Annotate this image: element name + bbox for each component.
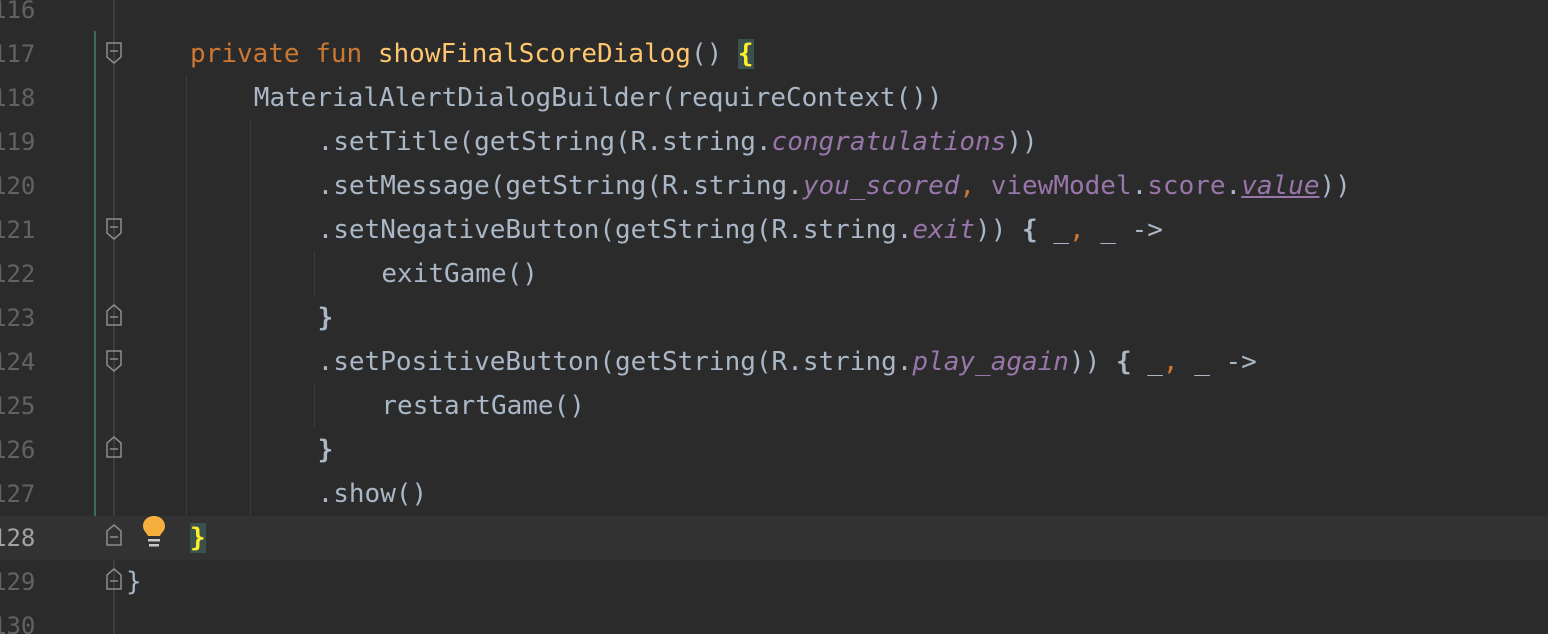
- fold-end-icon[interactable]: [106, 524, 122, 546]
- line-number: 126: [0, 436, 36, 464]
- code-line[interactable]: 120 .setMessage(getString(R.string.you_sc…: [0, 164, 1548, 208]
- fold-collapse-icon[interactable]: [106, 350, 122, 372]
- code-token: (): [690, 39, 738, 69]
- code-token: restartGame(): [381, 391, 585, 421]
- code-line[interactable]: 126}: [0, 428, 1548, 472]
- code-line[interactable]: 125 restartGame(): [0, 384, 1548, 428]
- code-text[interactable]: MaterialAlertDialogBuilder(requireContex…: [254, 76, 943, 120]
- code-text[interactable]: }: [190, 516, 206, 560]
- code-line[interactable]: 116: [0, 0, 1548, 32]
- code-token: )): [1068, 347, 1116, 377]
- code-line[interactable]: 124 .setPositiveButton(getString(R.string…: [0, 340, 1548, 384]
- code-token: .: [1131, 171, 1148, 201]
- code-token: .: [1225, 171, 1242, 201]
- code-token: }: [317, 303, 334, 333]
- code-token: congratulations: [771, 127, 1007, 157]
- code-text[interactable]: .setPositiveButton(getString(R.string.pl…: [318, 340, 1257, 384]
- fold-end-icon[interactable]: [106, 436, 122, 458]
- code-token: _ ->: [1178, 347, 1257, 377]
- code-token: .setNegativeButton(getString(R.string.: [317, 215, 913, 245]
- code-token: {: [737, 39, 754, 69]
- code-token: showFinalScoreDialog: [377, 39, 691, 69]
- code-text[interactable]: private fun showFinalScoreDialog() {: [190, 32, 754, 76]
- code-editor[interactable]: 116 117 private fun showFinalScoreDialog()…: [0, 0, 1548, 634]
- code-token: .setMessage(getString(R.string.: [317, 171, 803, 201]
- code-token: exitGame(): [381, 259, 538, 289]
- code-token: )): [1319, 171, 1351, 201]
- code-token: ,: [1068, 215, 1085, 245]
- code-token: .show(): [317, 479, 428, 509]
- code-text[interactable]: .setMessage(getString(R.string.you_score…: [318, 164, 1351, 208]
- code-token: _: [1131, 347, 1163, 377]
- code-token: }: [126, 567, 142, 597]
- line-number: 129: [0, 568, 36, 596]
- code-text[interactable]: .setNegativeButton(getString(R.string.ex…: [318, 208, 1163, 252]
- fold-end-icon[interactable]: [106, 568, 122, 590]
- code-text[interactable]: exitGame(): [381, 252, 538, 296]
- code-line[interactable]: 119 .setTitle(getString(R.string.congratu…: [0, 120, 1548, 164]
- code-text[interactable]: .setTitle(getString(R.string.congratulat…: [318, 120, 1038, 164]
- code-line[interactable]: 129}: [0, 560, 1548, 604]
- code-text[interactable]: restartGame(): [381, 384, 585, 428]
- code-text[interactable]: }: [318, 428, 334, 472]
- code-token: )): [1006, 127, 1038, 157]
- code-token: MaterialAlertDialogBuilder(requireContex…: [253, 83, 943, 113]
- code-line[interactable]: 122 exitGame(): [0, 252, 1548, 296]
- code-text[interactable]: .show(): [318, 472, 428, 516]
- code-token: score: [1147, 171, 1226, 201]
- line-number: 118: [0, 84, 36, 112]
- code-line[interactable]: 130: [0, 604, 1548, 634]
- code-line[interactable]: 117 private fun showFinalScoreDialog() {: [0, 32, 1548, 76]
- code-token: _: [1037, 215, 1069, 245]
- code-line[interactable]: 128}: [0, 516, 1548, 560]
- code-token: viewModel: [990, 171, 1132, 201]
- code-token: ,: [1162, 347, 1179, 377]
- lightbulb-icon[interactable]: [142, 515, 166, 549]
- line-number: 117: [0, 40, 36, 68]
- line-number: 116: [0, 0, 36, 24]
- line-number: 120: [0, 172, 36, 200]
- code-token: private: [190, 39, 316, 69]
- code-line[interactable]: 118 MaterialAlertDialogBuilder(requireCon…: [0, 76, 1548, 120]
- code-token: fun: [315, 39, 378, 69]
- code-token: {: [1022, 215, 1038, 245]
- code-text[interactable]: }: [318, 296, 334, 340]
- code-token: value: [1241, 171, 1320, 201]
- line-number: 127: [0, 480, 36, 508]
- code-token: ,: [959, 171, 991, 201]
- line-number: 121: [0, 216, 36, 244]
- code-token: .setPositiveButton(getString(R.string.: [317, 347, 913, 377]
- code-token: {: [1115, 347, 1132, 377]
- fold-end-icon[interactable]: [106, 304, 122, 326]
- code-token: exit: [912, 215, 976, 245]
- code-token: )): [975, 215, 1023, 245]
- line-number: 130: [0, 612, 36, 634]
- code-token: .setTitle(getString(R.string.: [317, 127, 772, 157]
- code-token: play_again: [912, 347, 1069, 377]
- code-token: _ ->: [1084, 215, 1163, 245]
- code-token: you_scored: [802, 171, 960, 201]
- line-number: 123: [0, 304, 36, 332]
- line-number: 125: [0, 392, 36, 420]
- code-line[interactable]: 121 .setNegativeButton(getString(R.string…: [0, 208, 1548, 252]
- code-line[interactable]: 127 .show(): [0, 472, 1548, 516]
- code-token: }: [190, 523, 206, 553]
- code-text[interactable]: }: [126, 560, 142, 604]
- line-number: 119: [0, 128, 36, 156]
- code-line[interactable]: 123}: [0, 296, 1548, 340]
- line-number: 122: [0, 260, 36, 288]
- fold-collapse-icon[interactable]: [106, 218, 122, 240]
- line-number: 128: [0, 524, 36, 552]
- code-token: }: [317, 435, 334, 465]
- line-number: 124: [0, 348, 36, 376]
- fold-collapse-icon[interactable]: [106, 42, 122, 64]
